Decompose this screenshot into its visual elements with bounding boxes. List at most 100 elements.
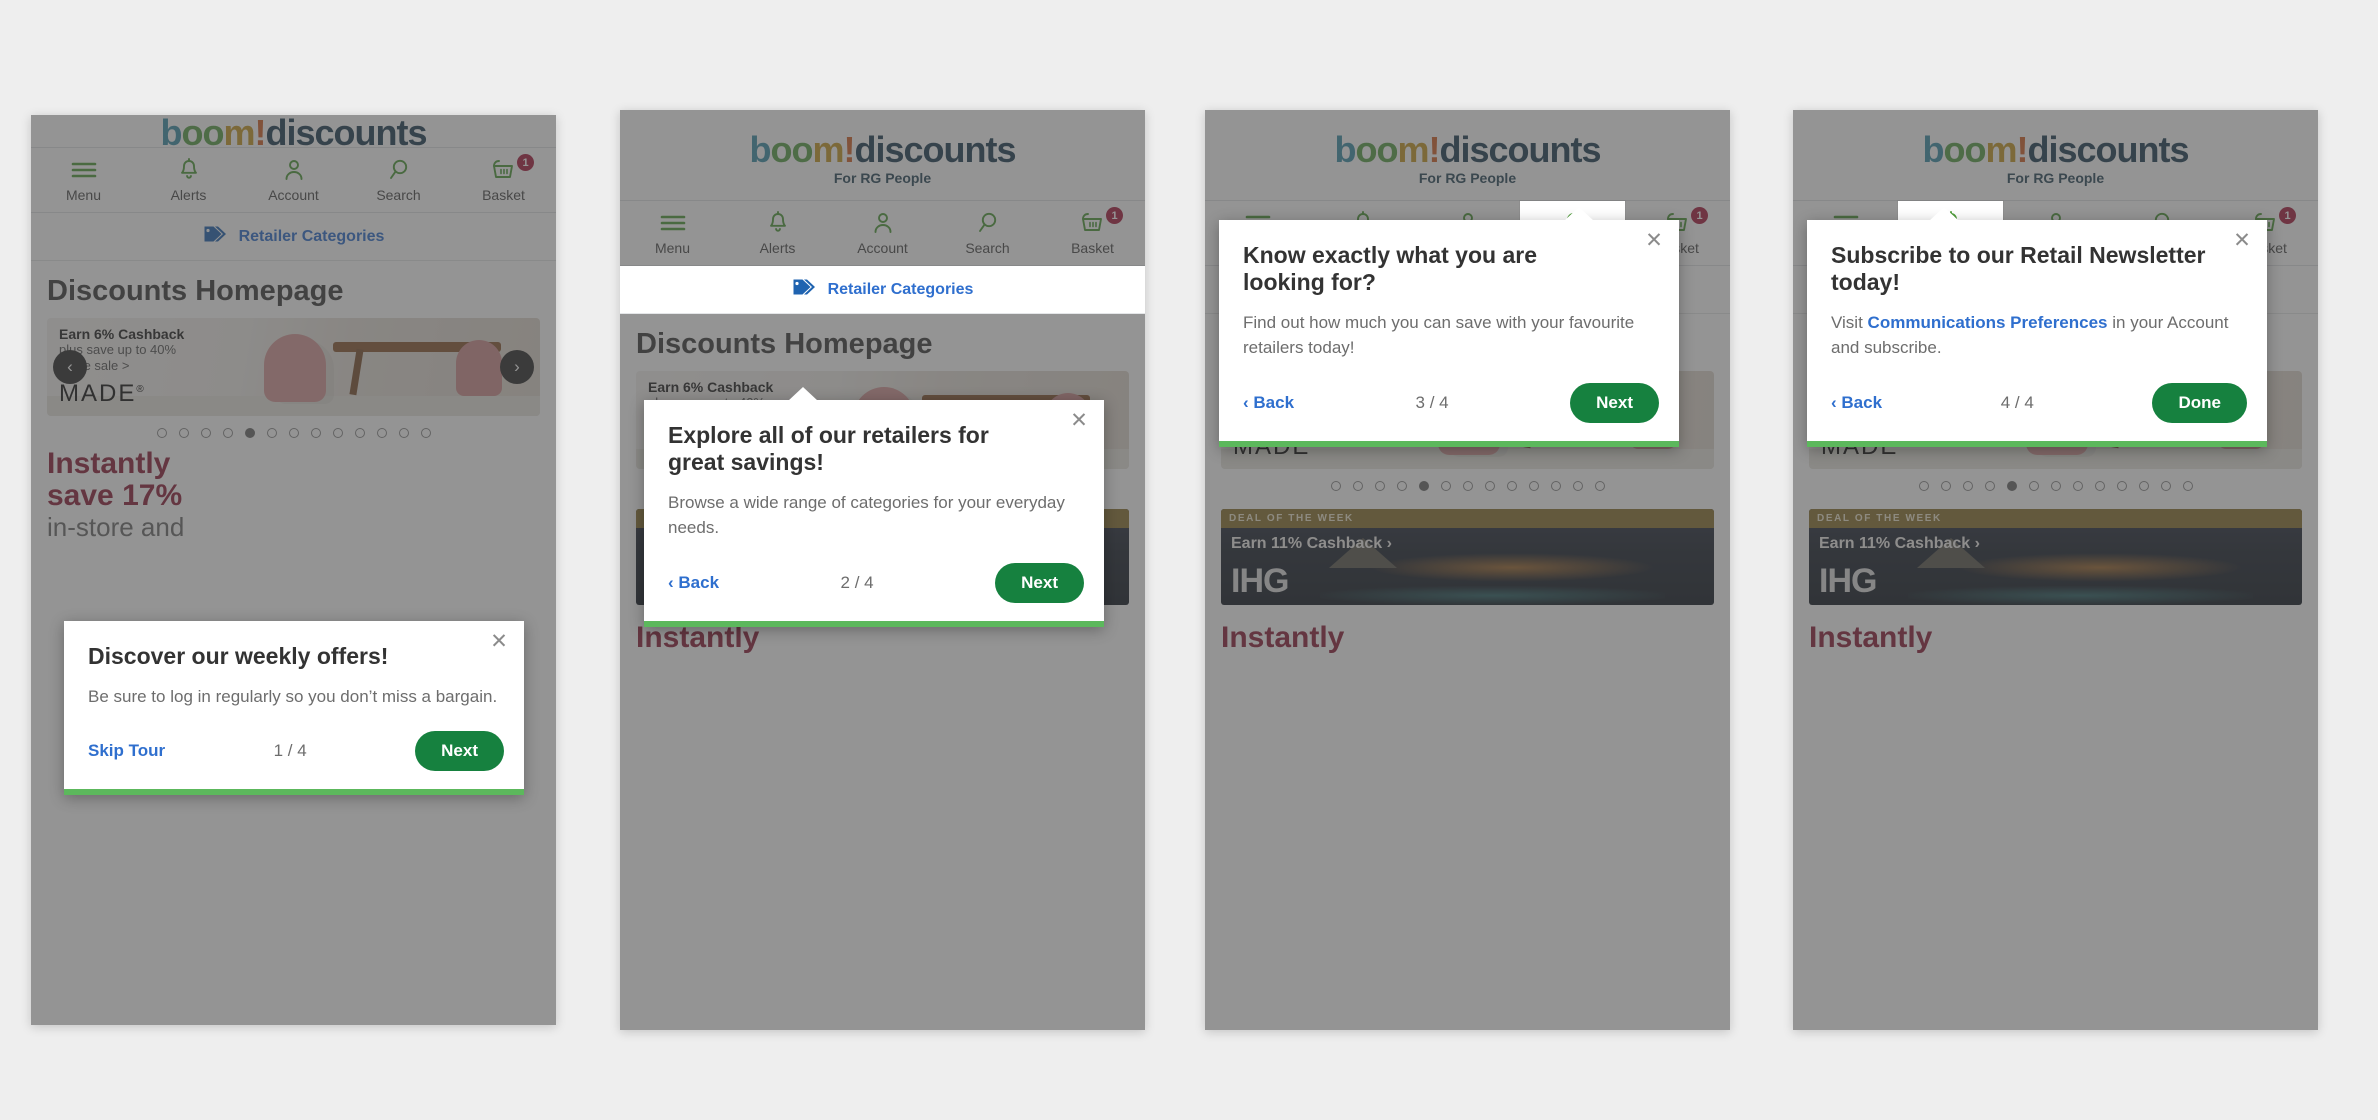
tour-close-button-3[interactable]: ✕: [1643, 230, 1665, 252]
tour-next-button-1[interactable]: Next: [415, 731, 504, 772]
carousel-dots-3[interactable]: [1205, 469, 1730, 499]
nav-label-search: Search: [965, 240, 1010, 256]
tour-card-1: ✕ Discover our weekly offers! Be sure to…: [64, 621, 524, 796]
search-icon: [346, 157, 451, 183]
carousel-dot[interactable]: [2182, 481, 2193, 491]
logo-letter-m: m: [1397, 129, 1429, 170]
carousel-dot[interactable]: [200, 428, 211, 438]
carousel-dot[interactable]: [288, 428, 299, 438]
tour-footer-1: Skip Tour 1 / 4 Next: [64, 709, 524, 789]
logo-letter-o2: o: [202, 115, 224, 147]
carousel-dot[interactable]: [1962, 481, 1973, 491]
carousel-dot[interactable]: [1440, 481, 1451, 491]
carousel-dot[interactable]: [1528, 481, 1539, 491]
nav-item-menu[interactable]: Menu: [31, 148, 136, 212]
logo-bang: !: [2016, 129, 2029, 170]
carousel-dot[interactable]: [2160, 481, 2171, 491]
tour-back-link-2[interactable]: ‹ Back: [668, 573, 719, 593]
app-logo-4: boom!discounts For RG People: [1793, 110, 2318, 200]
tour-close-button-2[interactable]: ✕: [1068, 410, 1090, 432]
nav-item-basket[interactable]: 1 Basket: [451, 148, 556, 212]
carousel-dot[interactable]: [1984, 481, 1995, 491]
tour-skip-tour-link[interactable]: Skip Tour: [88, 741, 165, 761]
hero-headline: Earn 6% Cashback: [59, 326, 185, 342]
carousel-dot[interactable]: [244, 428, 255, 438]
carousel-dot[interactable]: [1594, 481, 1605, 491]
nav-item-alerts[interactable]: Alerts: [725, 201, 830, 265]
carousel-dot[interactable]: [420, 428, 431, 438]
carousel-dot[interactable]: [1550, 481, 1561, 491]
nav-item-basket[interactable]: 1 Basket: [1040, 201, 1145, 265]
carousel-dot[interactable]: [1396, 481, 1407, 491]
carousel-dot[interactable]: [2028, 481, 2039, 491]
carousel-dot[interactable]: [1418, 481, 1429, 491]
carousel-dot[interactable]: [376, 428, 387, 438]
tour-close-button-1[interactable]: ✕: [488, 631, 510, 653]
carousel-dot[interactable]: [1374, 481, 1385, 491]
carousel-dot[interactable]: [332, 428, 343, 438]
carousel-dot[interactable]: [2094, 481, 2105, 491]
carousel-next-button[interactable]: ›: [500, 350, 534, 384]
phone-panel-2: boom!discounts For RG People Menu Alerts…: [620, 110, 1145, 1030]
carousel-dot[interactable]: [1918, 481, 1929, 491]
carousel-dot[interactable]: [178, 428, 189, 438]
carousel-dot[interactable]: [2116, 481, 2127, 491]
nav-item-account[interactable]: Account: [241, 148, 346, 212]
retailer-categories-row-highlighted[interactable]: Retailer Categories: [620, 266, 1145, 314]
tour-close-button-4[interactable]: ✕: [2231, 230, 2253, 252]
app-logo-1: boom!discounts For RG People: [31, 115, 556, 147]
carousel-dot[interactable]: [398, 428, 409, 438]
carousel-dot[interactable]: [156, 428, 167, 438]
basket-badge: 1: [517, 154, 534, 171]
deal-of-week-banner[interactable]: DEAL OF THE WEEK Earn 11% Cashback › IHG: [1809, 509, 2302, 605]
carousel-prev-button[interactable]: ‹: [53, 350, 87, 384]
logo-discounts: discounts: [1439, 129, 1602, 170]
tour-body-1: Be sure to log in regularly so you don’t…: [88, 686, 498, 706]
carousel-dot[interactable]: [1352, 481, 1363, 491]
tour-back-link-3[interactable]: ‹ Back: [1243, 393, 1294, 413]
nav-item-search[interactable]: Search: [935, 201, 1040, 265]
carousel-dots-4[interactable]: [1793, 469, 2318, 499]
hero-carousel-banner[interactable]: Earn 6% Cashback plus save up to 40% in …: [47, 318, 540, 416]
nav-item-account[interactable]: Account: [830, 201, 935, 265]
carousel-dot[interactable]: [1940, 481, 1951, 491]
nav-item-menu[interactable]: Menu: [620, 201, 725, 265]
carousel-dot[interactable]: [1572, 481, 1583, 491]
carousel-dot[interactable]: [354, 428, 365, 438]
tour-done-button-4[interactable]: Done: [2152, 382, 2247, 423]
deal-brand-logo: IHG: [1231, 562, 1289, 600]
hero-retailer-logo: MADE®: [59, 380, 146, 408]
nav-label-account: Account: [857, 240, 908, 256]
tour-footer-3: ‹ Back 3 / 4 Next: [1219, 361, 1679, 441]
carousel-dot[interactable]: [1484, 481, 1495, 491]
basket-badge: 1: [1691, 207, 1708, 224]
tour-next-button-3[interactable]: Next: [1570, 382, 1659, 423]
basket-badge: 1: [1106, 207, 1123, 224]
deal-of-week-banner[interactable]: DEAL OF THE WEEK Earn 11% Cashback › IHG: [1221, 509, 1714, 605]
carousel-dot[interactable]: [1330, 481, 1341, 491]
hero-retailer-mark: ®: [136, 384, 146, 395]
tour-body-3: Find out how much you can save with your…: [1243, 312, 1635, 358]
carousel-dot[interactable]: [2050, 481, 2061, 491]
tour-title-1: Discover our weekly offers!: [88, 643, 389, 669]
nav-item-alerts[interactable]: Alerts: [136, 148, 241, 212]
nav-item-search[interactable]: Search: [346, 148, 451, 212]
nav-label-account: Account: [268, 187, 319, 203]
carousel-dots-1[interactable]: [31, 416, 556, 446]
logo-tagline: For RG People: [1418, 170, 1517, 186]
carousel-dot[interactable]: [1506, 481, 1517, 491]
tour-back-label-2: Back: [678, 572, 720, 592]
carousel-dot[interactable]: [310, 428, 321, 438]
deal-glow: [1368, 553, 1655, 582]
tour-next-button-2[interactable]: Next: [995, 562, 1084, 603]
carousel-dot[interactable]: [1462, 481, 1473, 491]
carousel-dot[interactable]: [2006, 481, 2017, 491]
communications-preferences-link[interactable]: Communications Preferences: [1868, 313, 2108, 332]
retailer-categories-row[interactable]: Retailer Categories: [31, 213, 556, 261]
carousel-dot[interactable]: [2072, 481, 2083, 491]
tour-back-link-4[interactable]: ‹ Back: [1831, 393, 1882, 413]
logo-letter-b: b: [160, 115, 182, 147]
carousel-dot[interactable]: [2138, 481, 2149, 491]
carousel-dot[interactable]: [266, 428, 277, 438]
carousel-dot[interactable]: [222, 428, 233, 438]
